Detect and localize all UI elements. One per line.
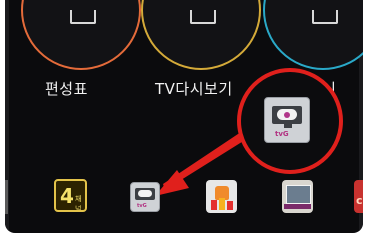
- channel-number: 4: [60, 184, 74, 208]
- photo-band: [284, 204, 311, 209]
- app-channel-4[interactable]: 4 채널: [54, 179, 87, 212]
- scroll-indicator: [5, 180, 8, 214]
- tv-screen: 편성표 TV다시보기 다/애니 tvG 4 채널 tvG: [5, 0, 363, 233]
- app-ch[interactable]: ch: [354, 180, 363, 213]
- app-ch-label: ch: [356, 194, 363, 207]
- bar-icon: [219, 198, 225, 210]
- bar-icon: [211, 200, 217, 210]
- app-thumbs-up[interactable]: [206, 180, 237, 213]
- app-photo[interactable]: [282, 180, 313, 213]
- app-brand-label: tvG: [275, 130, 289, 138]
- monitor-stand: [284, 124, 292, 128]
- cloud-icon: [138, 190, 152, 197]
- app-brand-label: tvG: [137, 203, 147, 209]
- brand-dot: [284, 112, 290, 118]
- bar-icon: [227, 201, 233, 210]
- app-tvg-zoomed[interactable]: tvG: [264, 97, 310, 143]
- app-tvg[interactable]: tvG: [130, 182, 160, 212]
- photo-icon: [286, 185, 311, 204]
- channel-sub-label: 채널: [75, 195, 82, 212]
- screenshot-frame: 편성표 TV다시보기 다/애니 tvG 4 채널 tvG: [0, 0, 369, 240]
